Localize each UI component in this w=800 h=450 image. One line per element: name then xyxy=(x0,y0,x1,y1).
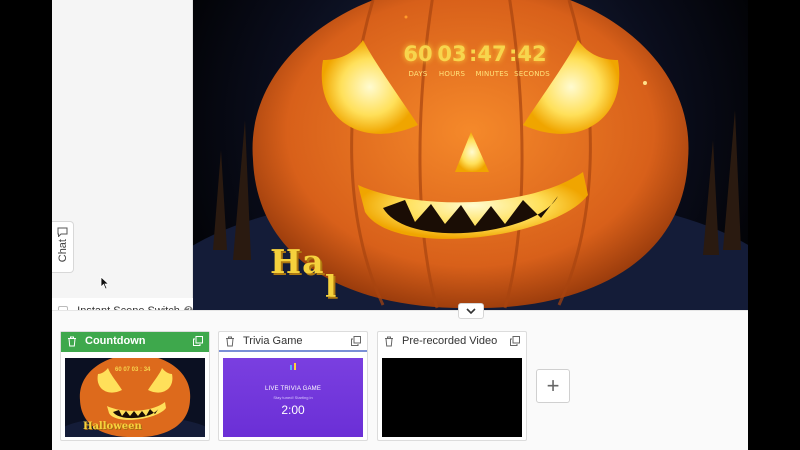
thumbnail-countdown-text: 60 07 03 : 34 xyxy=(115,367,151,373)
countdown-hours: 03 HOURS xyxy=(435,42,469,78)
scene-header: Pre-recorded Video xyxy=(378,332,526,352)
right-letterbox xyxy=(748,0,800,450)
countdown-minutes: 47 MINUTES xyxy=(475,42,509,78)
scene-thumbnail: LIVE TRIVIA GAME Stay tuned! Starting in… xyxy=(223,358,363,437)
seconds-value: 42 xyxy=(517,42,547,66)
countdown-seconds: 42 SECONDS xyxy=(514,42,550,78)
chevron-down-icon xyxy=(466,308,476,314)
minutes-label: MINUTES xyxy=(475,70,509,78)
scene-header: Countdown xyxy=(61,332,209,352)
trivia-subtitle: Stay tuned! Starting in xyxy=(273,395,313,400)
scene-thumbnail xyxy=(382,358,522,437)
chat-tab[interactable]: Chat xyxy=(52,221,74,273)
trash-icon[interactable] xyxy=(225,336,235,347)
trivia-logo-icon xyxy=(290,363,296,370)
cursor-arrow-icon xyxy=(100,276,110,290)
thumbnail-caption: Halloween xyxy=(83,421,142,432)
scene-card-pre-recorded-video[interactable]: Pre-recorded Video xyxy=(377,331,527,441)
countdown-days: 60 DAYS xyxy=(401,42,435,78)
stream-preview: 60 DAYS 03 HOURS : 47 MINUTES : 42 SECON… xyxy=(193,0,748,310)
trivia-timer: 2:00 xyxy=(281,403,305,417)
scene-list: Countdown 60 07 03 : 34 Halloween Trivia… xyxy=(52,310,748,450)
hours-label: HOURS xyxy=(438,70,466,78)
countdown-timer: 60 DAYS 03 HOURS : 47 MINUTES : 42 SECON… xyxy=(401,42,549,78)
hours-value: 03 xyxy=(437,42,467,66)
trash-icon[interactable] xyxy=(384,336,394,347)
halloween-title: Ha xyxy=(270,242,325,281)
scene-name: Trivia Game xyxy=(243,335,303,347)
scene-name: Countdown xyxy=(85,335,146,347)
chat-icon xyxy=(57,227,68,237)
scene-name: Pre-recorded Video xyxy=(402,335,498,347)
duplicate-icon[interactable] xyxy=(510,336,520,346)
minutes-value: 47 xyxy=(477,42,507,66)
duplicate-icon[interactable] xyxy=(351,336,361,346)
days-label: DAYS xyxy=(408,70,428,78)
trash-icon[interactable] xyxy=(67,336,77,347)
duplicate-icon[interactable] xyxy=(193,336,203,346)
left-letterbox xyxy=(0,0,52,450)
days-value: 60 xyxy=(403,42,433,66)
seconds-label: SECONDS xyxy=(514,70,550,78)
scene-header: Trivia Game xyxy=(219,332,367,352)
halloween-title-tail: l xyxy=(325,270,337,305)
add-scene-button[interactable]: + xyxy=(536,369,570,403)
chat-label: Chat xyxy=(56,239,69,263)
scene-card-trivia-game[interactable]: Trivia Game LIVE TRIVIA GAME Stay tuned!… xyxy=(218,331,368,441)
plus-icon: + xyxy=(546,373,560,398)
collapse-toggle-button[interactable] xyxy=(458,303,484,319)
trivia-title: LIVE TRIVIA GAME xyxy=(264,386,322,392)
scene-card-countdown[interactable]: Countdown 60 07 03 : 34 Halloween xyxy=(60,331,210,441)
scene-thumbnail: 60 07 03 : 34 Halloween xyxy=(65,358,205,437)
